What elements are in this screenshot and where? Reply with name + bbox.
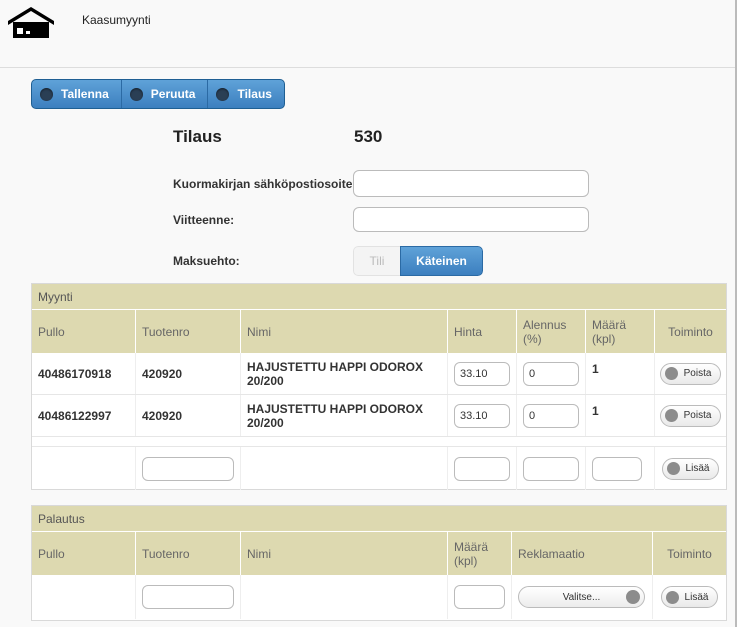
reference-field[interactable] xyxy=(353,207,589,232)
returns-header-row: Pullo Tuotenro Nimi Määrä (kpl) Reklamaa… xyxy=(32,532,726,575)
column-header: Pullo xyxy=(32,310,136,353)
quantity-cell: 1 xyxy=(586,353,655,394)
discount-input[interactable]: 0 xyxy=(523,403,579,428)
new-discount-input[interactable] xyxy=(523,456,579,481)
complaint-select-value: Valitse... xyxy=(562,591,601,603)
app-header: Kaasumyynti xyxy=(0,0,737,68)
reference-label: Viitteenne: xyxy=(173,213,235,227)
discount-input[interactable]: 0 xyxy=(523,361,579,386)
add-button-label: Lisää xyxy=(685,463,710,474)
column-header: Hinta xyxy=(448,310,517,353)
return-quantity-input[interactable] xyxy=(454,585,505,609)
column-header: Määrä (kpl) xyxy=(586,310,655,353)
sales-add-row: Lisää xyxy=(32,447,726,490)
table-row: 40486122997 420920 HAJUSTETTU HAPPI ODOR… xyxy=(32,395,726,437)
new-quantity-input[interactable] xyxy=(592,456,642,481)
order-number: 530 xyxy=(354,127,383,146)
add-button[interactable]: Lisää xyxy=(661,457,720,480)
table-row: 40486170918 420920 HAJUSTETTU HAPPI ODOR… xyxy=(32,353,726,395)
return-add-button-label: Lisää xyxy=(684,591,709,603)
column-header: Nimi xyxy=(241,532,448,575)
column-header: Nimi xyxy=(241,310,448,353)
circle-icon xyxy=(216,87,230,101)
column-header: Alennus (%) xyxy=(517,310,586,353)
return-add-button[interactable]: Lisää xyxy=(660,586,719,608)
column-header: Tuotenro xyxy=(136,532,241,575)
circle-icon xyxy=(129,87,143,101)
product-number-cell: 420920 xyxy=(136,395,241,436)
product-name-cell: HAJUSTETTU HAPPI ODOROX 20/200 xyxy=(241,353,448,394)
product-number-cell: 420920 xyxy=(136,353,241,394)
payment-toggle: Tili Käteinen xyxy=(353,246,483,276)
circle-icon xyxy=(665,590,679,604)
returns-section: Palautus Pullo Tuotenro Nimi Määrä (kpl)… xyxy=(31,505,727,621)
column-header: Reklamaatio xyxy=(512,532,653,575)
cancel-button[interactable]: Peruuta xyxy=(122,80,209,108)
empty-cell xyxy=(241,575,448,619)
product-name-cell: HAJUSTETTU HAPPI ODOROX 20/200 xyxy=(241,395,448,436)
circle-icon xyxy=(664,409,678,422)
payment-option-cash[interactable]: Käteinen xyxy=(400,246,483,276)
save-button-label: Tallenna xyxy=(61,87,109,101)
empty-cell xyxy=(241,447,448,490)
column-header: Pullo xyxy=(32,532,136,575)
returns-title: Palautus xyxy=(32,506,726,532)
bottle-cell: 40486122997 xyxy=(32,395,136,436)
order-label: Tilaus xyxy=(173,127,222,146)
payment-option-account[interactable]: Tili xyxy=(353,246,400,276)
returns-add-row: Valitse... Lisää xyxy=(32,575,726,619)
new-product-number-input[interactable] xyxy=(142,456,234,481)
email-field[interactable] xyxy=(353,170,589,197)
bottle-cell: 40486170918 xyxy=(32,353,136,394)
cancel-button-label: Peruuta xyxy=(150,87,196,101)
remove-button[interactable]: Poista xyxy=(659,404,722,427)
toolbar: Tallenna Peruuta Tilaus xyxy=(31,79,285,109)
price-input[interactable]: 33.10 xyxy=(454,361,510,386)
payment-label: Maksuehto: xyxy=(173,254,240,268)
circle-icon xyxy=(666,462,680,475)
column-header: Tuotenro xyxy=(136,310,241,353)
warehouse-icon xyxy=(8,7,54,38)
order-button-label: Tilaus xyxy=(237,87,272,101)
app-title: Kaasumyynti xyxy=(82,13,151,27)
sales-section: Myynti Pullo Tuotenro Nimi Hinta Alennus… xyxy=(31,283,727,490)
column-header: Toiminto xyxy=(653,532,726,575)
table-spacer xyxy=(32,437,726,447)
remove-button-label: Poista xyxy=(683,410,712,421)
return-product-number-input[interactable] xyxy=(142,585,234,609)
remove-button-label: Poista xyxy=(683,368,712,379)
remove-button[interactable]: Poista xyxy=(659,362,722,385)
circle-icon xyxy=(40,87,53,101)
empty-cell xyxy=(32,575,136,619)
circle-icon xyxy=(664,367,678,380)
save-button[interactable]: Tallenna xyxy=(32,80,122,108)
new-price-input[interactable] xyxy=(454,456,510,481)
quantity-cell: 1 xyxy=(586,395,655,436)
sales-title: Myynti xyxy=(32,284,726,310)
order-button[interactable]: Tilaus xyxy=(208,80,283,108)
sales-header-row: Pullo Tuotenro Nimi Hinta Alennus (%) Mä… xyxy=(32,310,726,353)
column-header: Määrä (kpl) xyxy=(448,532,512,575)
empty-cell xyxy=(32,447,136,490)
price-input[interactable]: 33.10 xyxy=(454,403,510,428)
complaint-select[interactable]: Valitse... xyxy=(518,586,645,608)
chevron-down-icon xyxy=(626,590,640,604)
email-label: Kuormakirjan sähköpostiosoite xyxy=(173,177,353,191)
column-header: Toiminto xyxy=(655,310,726,353)
